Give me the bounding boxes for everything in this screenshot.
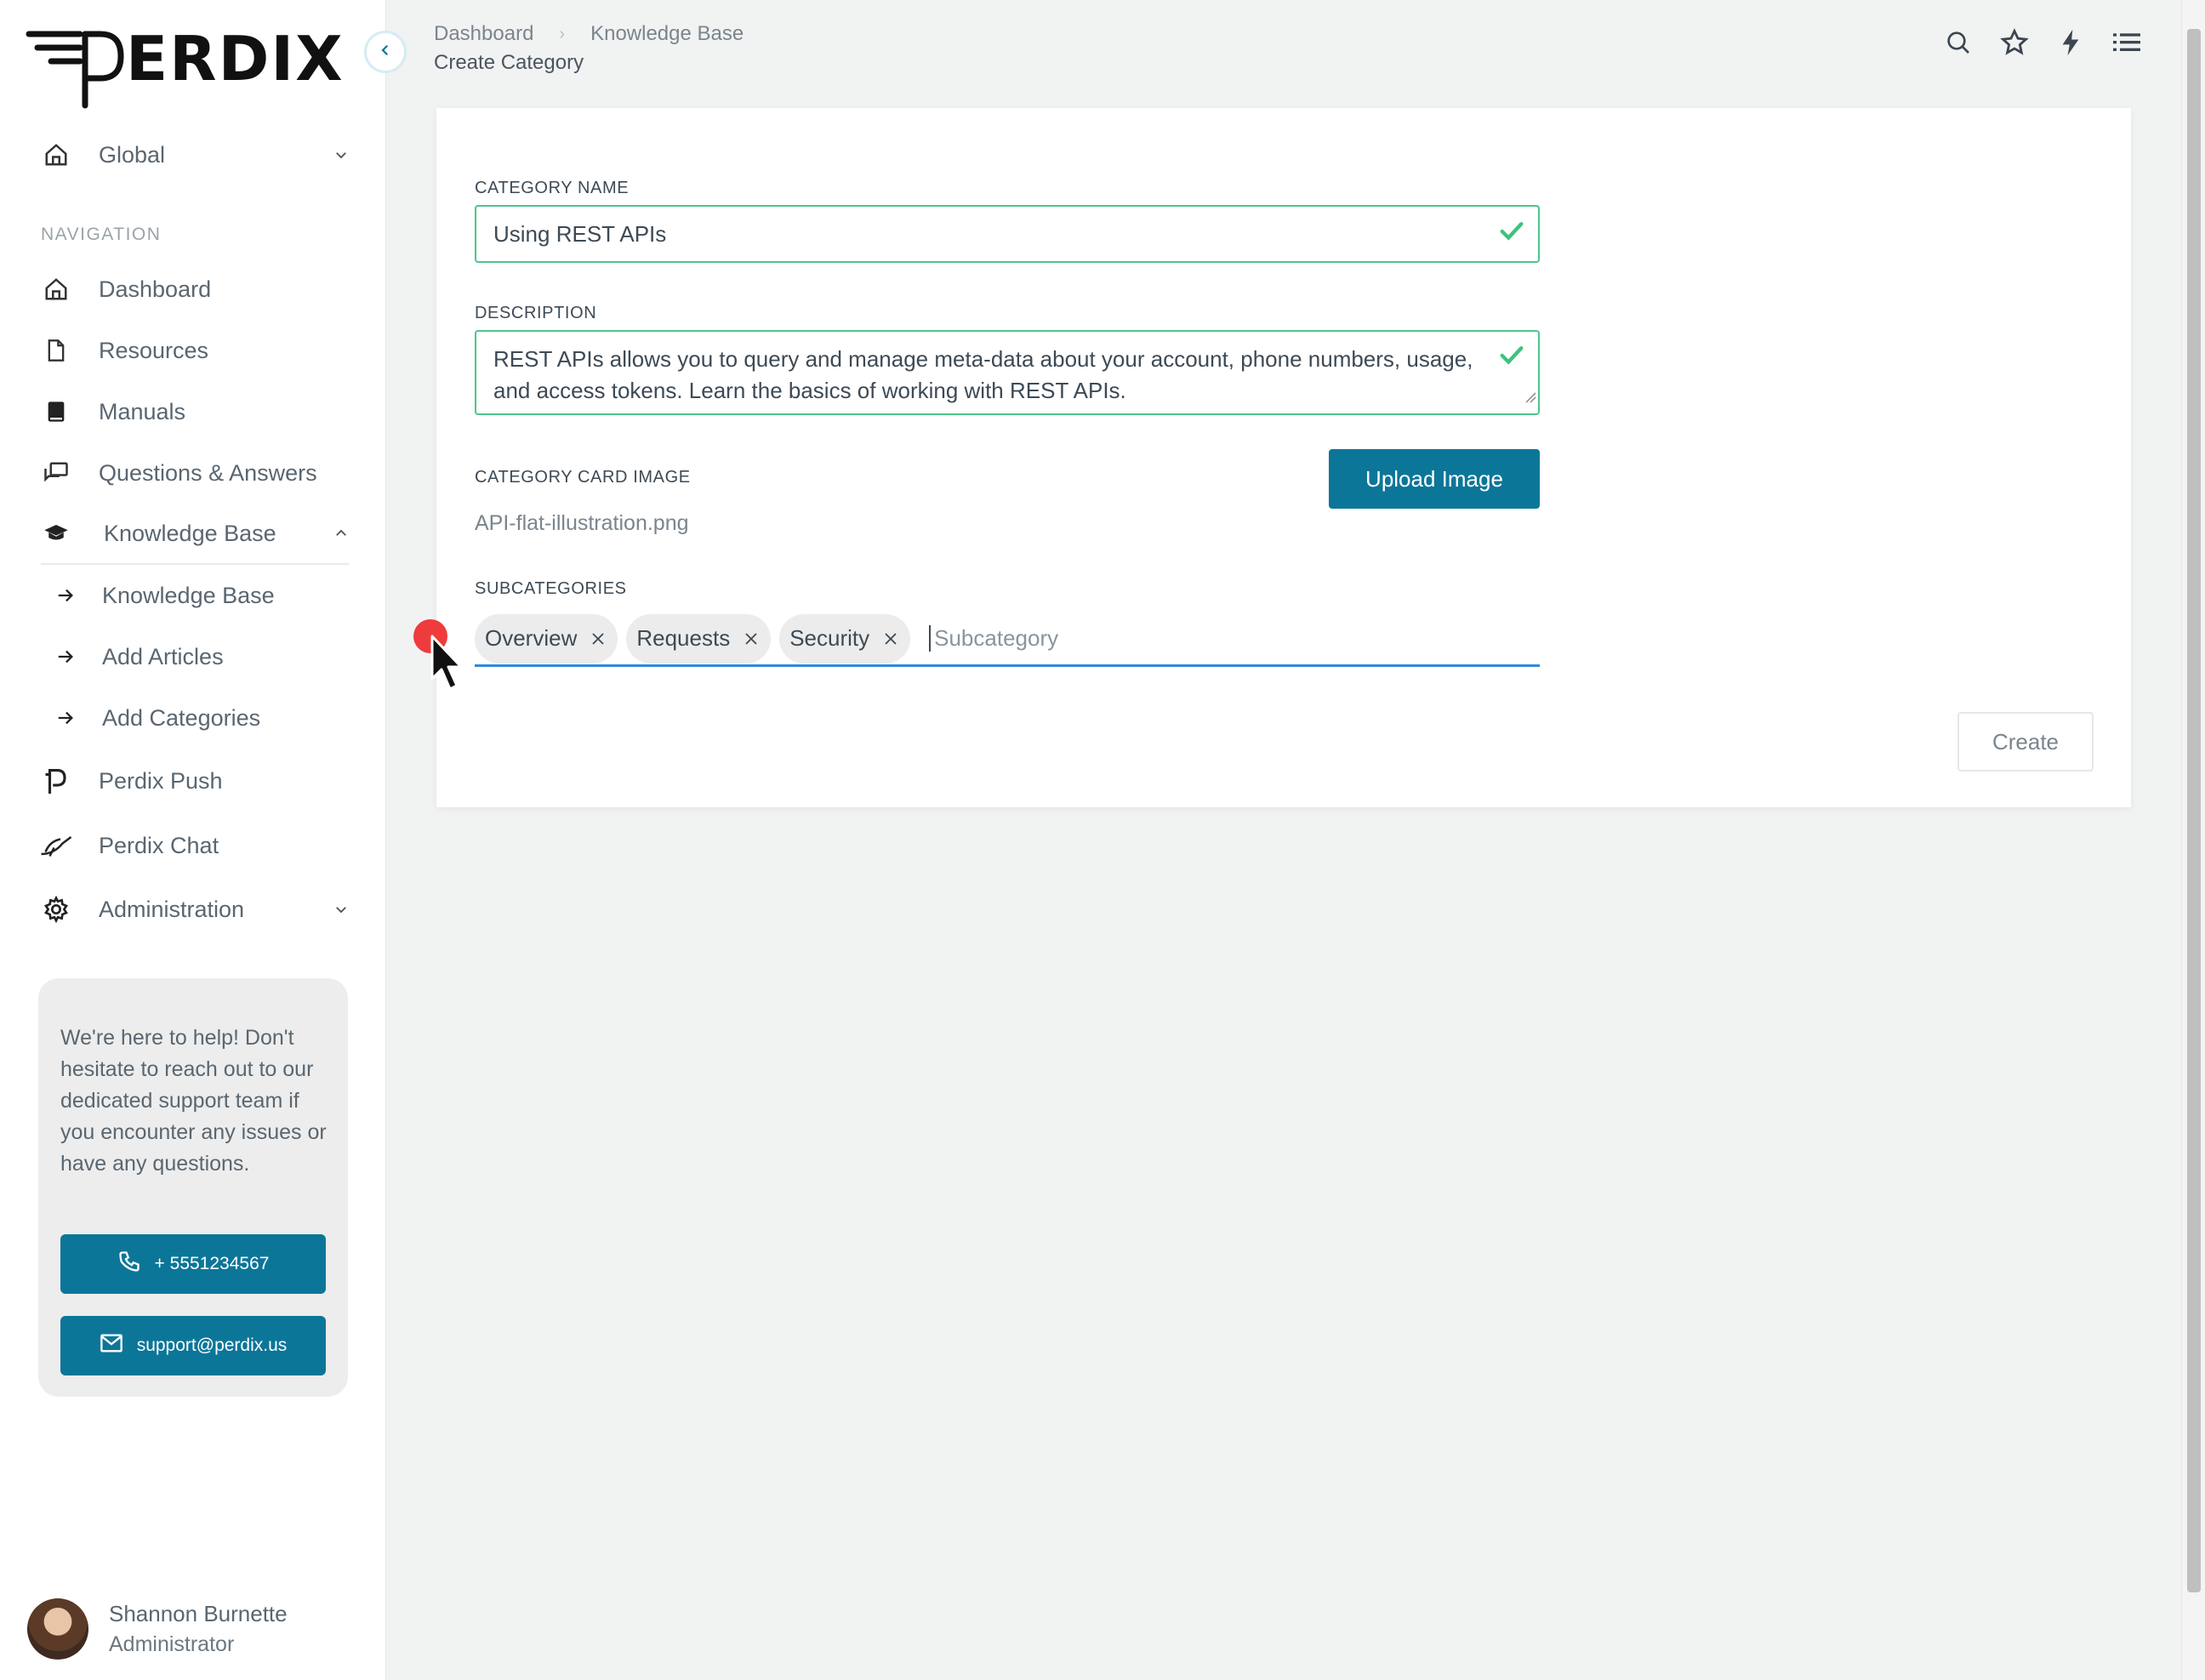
check-icon xyxy=(1499,344,1524,375)
file-icon xyxy=(39,333,73,367)
book-icon xyxy=(39,395,73,429)
user-name: Shannon Burnette xyxy=(109,1601,288,1626)
arrow-right-icon xyxy=(54,640,77,674)
sidebar-subitem-add-categories[interactable]: Add Categories xyxy=(54,694,260,742)
support-card: We're here to help! Don't hesitate to re… xyxy=(38,978,348,1397)
sidebar-item-knowledge-base[interactable]: Knowledge Base xyxy=(39,510,349,557)
image-filename: API-flat-illustration.png xyxy=(475,511,689,535)
mail-icon xyxy=(100,1333,137,1358)
description-label: DESCRIPTION xyxy=(475,304,597,322)
lightning-icon[interactable] xyxy=(2054,26,2088,60)
upload-image-button[interactable]: Upload Image xyxy=(1329,449,1540,509)
phone-icon xyxy=(117,1250,155,1279)
category-name-input[interactable]: Using REST APIs xyxy=(475,205,1540,263)
header-toolbar xyxy=(1941,26,2166,60)
subcategory-chip: Overview xyxy=(475,613,618,663)
page-title: Create Category xyxy=(434,51,584,74)
remove-chip-icon[interactable] xyxy=(590,631,606,646)
sidebar-item-label: Questions & Answers xyxy=(99,459,317,486)
subcategories-label: SUBCATEGORIES xyxy=(475,579,627,598)
sidebar-item-label: Add Articles xyxy=(102,643,224,669)
sidebar-subitem-knowledge-base[interactable]: Knowledge Base xyxy=(54,572,275,619)
email-button[interactable]: support@perdix.us xyxy=(60,1316,326,1375)
sidebar-item-manuals[interactable]: Manuals xyxy=(39,388,185,436)
phone-number: + 5551234567 xyxy=(154,1254,270,1273)
sidebar-item-questions-answers[interactable]: Questions & Answers xyxy=(39,449,317,497)
chip-label: Security xyxy=(789,625,870,651)
sidebar-item-dashboard[interactable]: Dashboard xyxy=(39,265,211,313)
sidebar-item-label: Dashboard xyxy=(99,276,212,302)
chevron-down-icon xyxy=(333,886,349,933)
sidebar-item-label: Administration xyxy=(99,896,245,922)
sidebar-item-administration[interactable]: Administration xyxy=(39,886,349,933)
arrow-right-icon xyxy=(54,578,77,612)
gear-icon xyxy=(39,892,73,926)
breadcrumb: Dashboard › Knowledge Base xyxy=(434,22,744,46)
star-icon[interactable] xyxy=(1997,26,2031,60)
description-value: REST APIs allows you to query and manage… xyxy=(493,346,1473,403)
create-category-form: CATEGORY NAME Using REST APIs DESCRIPTIO… xyxy=(436,108,2131,807)
list-icon[interactable] xyxy=(2110,26,2144,60)
check-icon xyxy=(1499,220,1524,248)
chip-label: Overview xyxy=(485,625,578,651)
sidebar-item-label: Knowledge Base xyxy=(104,520,276,546)
breadcrumb-separator: › xyxy=(559,24,566,43)
avatar xyxy=(27,1598,88,1660)
user-profile[interactable]: Shannon Burnette Administrator xyxy=(27,1597,288,1660)
support-email: support@perdix.us xyxy=(136,1335,288,1355)
resize-handle-icon[interactable] xyxy=(1524,380,1536,412)
page-scrollbar[interactable] xyxy=(2181,0,2205,1680)
sidebar-item-label: Perdix Push xyxy=(99,767,223,794)
search-icon[interactable] xyxy=(1941,26,1975,60)
chevron-up-icon xyxy=(333,510,349,557)
sidebar-item-perdix-push[interactable]: Perdix Push xyxy=(39,757,223,805)
arrow-right-icon xyxy=(54,701,77,735)
create-button[interactable]: Create xyxy=(1957,712,2094,772)
remove-chip-icon[interactable] xyxy=(883,631,898,646)
remove-chip-icon[interactable] xyxy=(744,631,759,646)
home-icon xyxy=(39,138,73,172)
description-textarea[interactable]: REST APIs allows you to query and manage… xyxy=(475,330,1540,415)
chevron-left-icon xyxy=(378,43,393,62)
sidebar: ERDIX Global NAVIGATION Dashboard Resour… xyxy=(0,0,386,1680)
sidebar-subitem-add-articles[interactable]: Add Articles xyxy=(54,633,224,681)
scrollbar-thumb[interactable] xyxy=(2187,29,2201,1592)
phone-button[interactable]: + 5551234567 xyxy=(60,1234,326,1294)
sidebar-item-resources[interactable]: Resources xyxy=(39,327,208,374)
workspace-select[interactable]: Global xyxy=(39,131,349,179)
mouse-cursor-icon xyxy=(412,616,464,698)
chat-icon xyxy=(39,456,73,490)
sidebar-item-label: Manuals xyxy=(99,398,186,424)
workspace-label: Global xyxy=(99,141,166,168)
category-name-label: CATEGORY NAME xyxy=(475,179,630,197)
category-name-value: Using REST APIs xyxy=(493,220,667,247)
logo-text: ERDIX xyxy=(126,24,345,94)
divider xyxy=(41,563,349,565)
sidebar-item-label: Add Categories xyxy=(102,704,261,731)
sidebar-item-label: Knowledge Base xyxy=(102,582,275,608)
subcategory-chip: Requests xyxy=(626,613,772,663)
perdix-logo[interactable]: ERDIX xyxy=(26,23,359,114)
collapse-sidebar-button[interactable] xyxy=(364,31,407,73)
nav-section-label: NAVIGATION xyxy=(41,225,162,244)
sidebar-item-label: Resources xyxy=(99,337,209,363)
card-image-label: CATEGORY CARD IMAGE xyxy=(475,468,691,487)
home-icon xyxy=(39,272,73,306)
subcategory-chip: Security xyxy=(779,613,911,663)
user-role: Administrator xyxy=(109,1632,235,1656)
subcategories-input[interactable]: Overview Requests Security xyxy=(475,612,1540,667)
breadcrumb-dashboard[interactable]: Dashboard xyxy=(434,22,533,46)
bird-icon xyxy=(39,829,73,863)
chip-label: Requests xyxy=(636,625,731,651)
support-text: We're here to help! Don't hesitate to re… xyxy=(60,1026,327,1176)
subcategory-text-input[interactable] xyxy=(929,625,1270,652)
sidebar-item-perdix-chat[interactable]: Perdix Chat xyxy=(39,822,219,869)
sidebar-item-label: Perdix Chat xyxy=(99,832,219,858)
graduation-cap-icon xyxy=(39,516,73,550)
breadcrumb-knowledge-base[interactable]: Knowledge Base xyxy=(590,22,744,46)
perdix-p-icon xyxy=(39,764,73,798)
chevron-down-icon xyxy=(333,131,349,179)
